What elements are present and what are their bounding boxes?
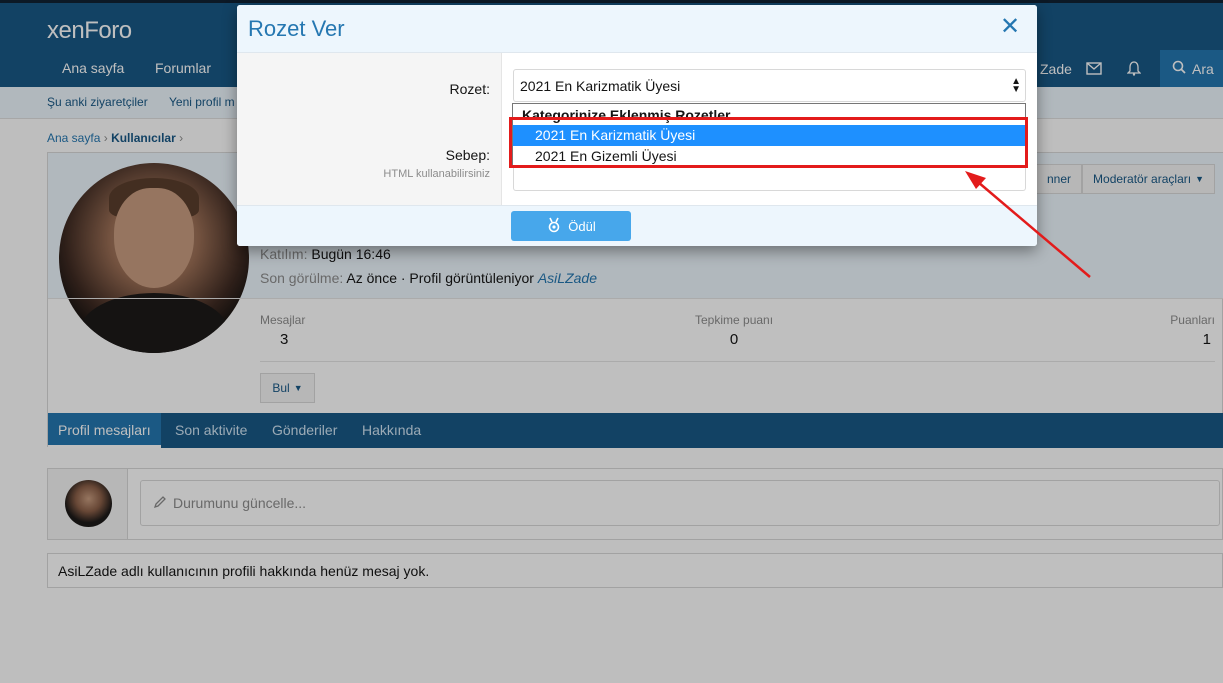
reason-label: Sebep:: [445, 147, 490, 163]
annotation-highlight-box: [509, 117, 1028, 168]
modal-footer: Ödül: [237, 205, 1037, 246]
medal-icon: [546, 217, 562, 236]
modal-header: Rozet Ver ✕: [237, 5, 1037, 53]
award-button[interactable]: Ödül: [511, 211, 631, 241]
close-icon[interactable]: ✕: [999, 14, 1021, 38]
badge-select[interactable]: 2021 En Karizmatik Üyesi ▲ ▼: [513, 69, 1026, 102]
select-arrows-icon: ▲ ▼: [1011, 76, 1021, 95]
reason-textarea[interactable]: [513, 168, 1026, 191]
modal-title: Rozet Ver: [248, 16, 345, 41]
reason-hint: HTML kullanabilirsiniz: [383, 168, 490, 180]
badge-label: Rozet:: [449, 81, 490, 97]
